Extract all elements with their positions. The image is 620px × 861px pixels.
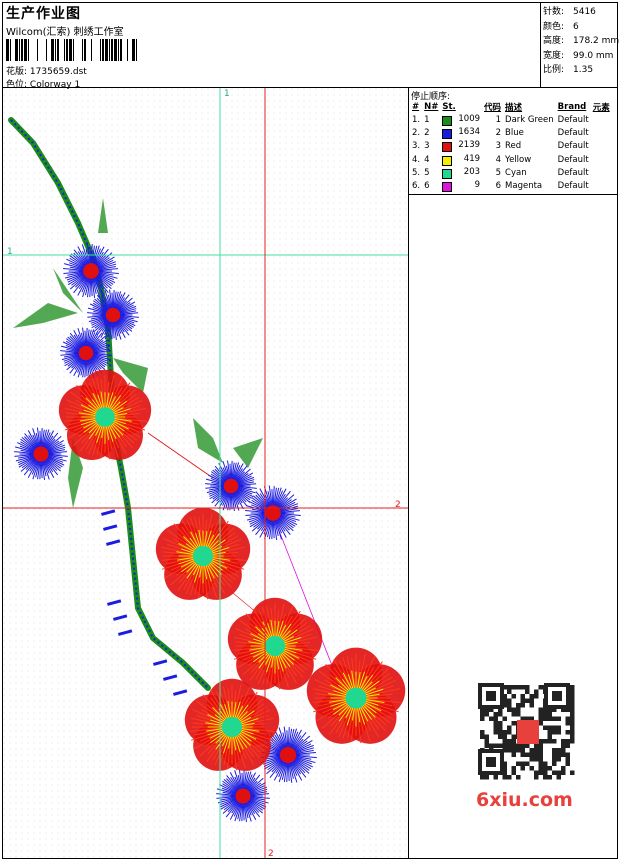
color-swatch <box>442 128 453 139</box>
cell-element <box>591 113 612 126</box>
barcode <box>6 39 137 61</box>
cell-brand: Default <box>557 141 589 152</box>
guide-label-v2: 2 <box>268 849 274 858</box>
col-header: # <box>412 102 420 112</box>
col-header: Brand <box>557 102 587 112</box>
cell-n: 4 <box>424 154 430 165</box>
cell-n: 6 <box>424 181 430 192</box>
cell-stitches: 1009 <box>440 113 482 126</box>
guide-label-v1: 1 <box>224 89 230 99</box>
page-title: 生产作业图 <box>6 6 81 22</box>
cell-description: Magenta <box>505 181 543 192</box>
pattern-line: 花版: 1735659.dst <box>6 64 87 77</box>
table-header-row: # N# St. 代码 描述 Brand 元素 <box>410 101 612 113</box>
embroidery-canvas: 1 1 2 2 <box>3 88 408 858</box>
cell-code: 4 <box>495 154 502 165</box>
cell-stitches: 419 <box>440 153 482 166</box>
table-row: 6. 6 9 6 Magenta Default <box>410 179 612 193</box>
stat-height: 高度: 178.2 mm <box>543 36 620 46</box>
col-header: 元素 <box>592 103 610 113</box>
stat-stitches: 针数: 5416 <box>543 7 596 17</box>
col-header: 描述 <box>505 103 523 113</box>
cell-element <box>591 126 612 139</box>
design-stats: 针数: 5416 颜色: 6 高度: 178.2 mm 宽度: 99.0 mm 比例: 1… <box>543 5 619 78</box>
cell-description: Cyan <box>505 167 527 178</box>
cell-brand: Default <box>557 154 589 165</box>
header-divider <box>540 2 541 88</box>
col-header: N# <box>424 102 439 112</box>
cell-stitches: 9 <box>440 179 482 193</box>
table-row: 5. 5 203 5 Cyan Default <box>410 166 612 179</box>
cell-code: 6 <box>495 181 502 192</box>
table-row: 3. 3 2139 3 Red Default <box>410 140 612 153</box>
cell-n: 3 <box>424 141 430 152</box>
cell-description: Red <box>505 141 522 152</box>
watermark-text: 6xiu.com <box>476 789 573 811</box>
col-header: St. <box>442 102 456 112</box>
cell-element <box>591 140 612 153</box>
cell-stitches: 203 <box>440 166 482 179</box>
color-swatch <box>442 182 453 193</box>
table-row: 1. 1 1009 1 Dark Green Default <box>410 113 612 126</box>
color-swatch <box>442 155 453 166</box>
cell-stitches: 1634 <box>440 126 482 139</box>
guide-label-h2: 2 <box>395 500 401 510</box>
cell-brand: Default <box>557 127 589 138</box>
cell-code: 1 <box>495 114 502 125</box>
cell-n: 2 <box>424 127 430 138</box>
stat-width: 宽度: 99.0 mm <box>543 50 614 61</box>
company-name: Wilcom(汇索) 刺绣工作室 <box>6 27 124 38</box>
cell-brand: Default <box>557 114 589 125</box>
cell-description: Blue <box>505 127 524 138</box>
cell-code: 2 <box>495 127 502 138</box>
color-swatch <box>442 115 453 126</box>
cell-index: 5. <box>412 167 421 178</box>
stop-sequence-table: # N# St. 代码 描述 Brand 元素 1. 1 1009 1 Dark Gre… <box>410 101 612 193</box>
header: 生产作业图 Wilcom(汇索) 刺绣工作室 花版: 1735659.dst 色… <box>4 3 538 90</box>
cell-index: 2. <box>412 127 421 138</box>
stat-scale: 比例: 1.35 <box>543 65 594 75</box>
cell-n: 5 <box>424 167 430 178</box>
col-header: 代码 <box>484 103 502 113</box>
pattern-file: 1735659.dst <box>29 67 87 77</box>
pattern-label: 花版: <box>6 67 28 77</box>
color-swatch <box>442 142 453 153</box>
cell-brand: Default <box>557 167 589 178</box>
cell-element <box>591 166 612 179</box>
table-row: 2. 2 1634 2 Blue Default <box>410 126 612 139</box>
cell-description: Dark Green <box>505 114 554 125</box>
cell-index: 3. <box>412 141 421 152</box>
table-row: 4. 4 419 4 Yellow Default <box>410 153 612 166</box>
stop-sequence-panel: 停止顺序: # N# St. 代码 描述 Brand 元素 1. 1 1009 1 Da… <box>409 88 618 195</box>
cell-code: 5 <box>495 167 502 178</box>
guide-label-h1: 1 <box>7 247 13 257</box>
cell-element <box>591 153 612 166</box>
cell-index: 6. <box>412 181 421 192</box>
cell-code: 3 <box>495 141 502 152</box>
cell-n: 1 <box>424 114 430 125</box>
canvas-divider <box>408 88 409 859</box>
cell-stitches: 2139 <box>440 140 482 153</box>
cell-index: 1. <box>412 114 421 125</box>
cell-description: Yellow <box>505 154 532 165</box>
stat-colors: 颜色: 6 <box>543 21 579 32</box>
cell-index: 4. <box>412 154 421 165</box>
cell-brand: Default <box>557 181 589 192</box>
color-swatch <box>442 168 453 179</box>
cell-element <box>591 179 612 192</box>
